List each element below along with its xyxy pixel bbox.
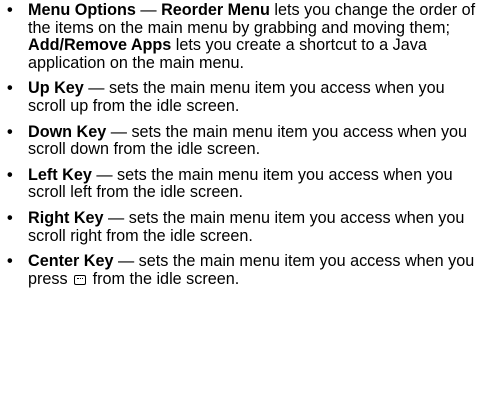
list-item-center-key: • Center Key — sets the main menu item y… xyxy=(0,252,484,288)
term-left-key: Left Key xyxy=(28,165,92,184)
settings-bullet-list: • Menu Options — Reorder Menu lets you c… xyxy=(0,1,484,296)
up-key-description: — sets the main menu item you access whe… xyxy=(28,79,445,115)
bullet-icon: • xyxy=(7,79,13,98)
bullet-icon: • xyxy=(7,1,13,19)
dash-text: — xyxy=(135,1,162,19)
bullet-icon: • xyxy=(7,252,13,271)
term-down-key: Down Key xyxy=(28,122,107,141)
left-key-description: — sets the main menu item you access whe… xyxy=(28,165,453,202)
term-right-key: Right Key xyxy=(28,208,104,227)
term-center-key: Center Key xyxy=(28,252,114,271)
menu-ok-key-icon xyxy=(74,274,87,285)
list-item-right-key: • Right Key — sets the main menu item yo… xyxy=(0,208,484,245)
list-item-down-key: • Down Key — sets the main menu item you… xyxy=(0,122,484,159)
term-reorder-menu: Reorder Menu xyxy=(161,1,270,19)
term-up-key: Up Key xyxy=(28,79,84,98)
list-item-left-key: • Left Key — sets the main menu item you… xyxy=(0,165,484,202)
center-key-description-end: from the idle screen. xyxy=(88,269,240,288)
list-item-up-key: • Up Key — sets the main menu item you a… xyxy=(0,80,484,115)
bullet-icon: • xyxy=(7,122,13,141)
document-page: • Menu Options — Reorder Menu lets you c… xyxy=(0,0,484,406)
bullet-icon: • xyxy=(7,208,13,227)
term-add-remove-apps: Add/Remove Apps xyxy=(28,36,172,55)
term-menu-options: Menu Options xyxy=(28,1,136,19)
bullet-icon: • xyxy=(7,165,13,184)
list-item-menu-options: • Menu Options — Reorder Menu lets you c… xyxy=(0,1,484,72)
